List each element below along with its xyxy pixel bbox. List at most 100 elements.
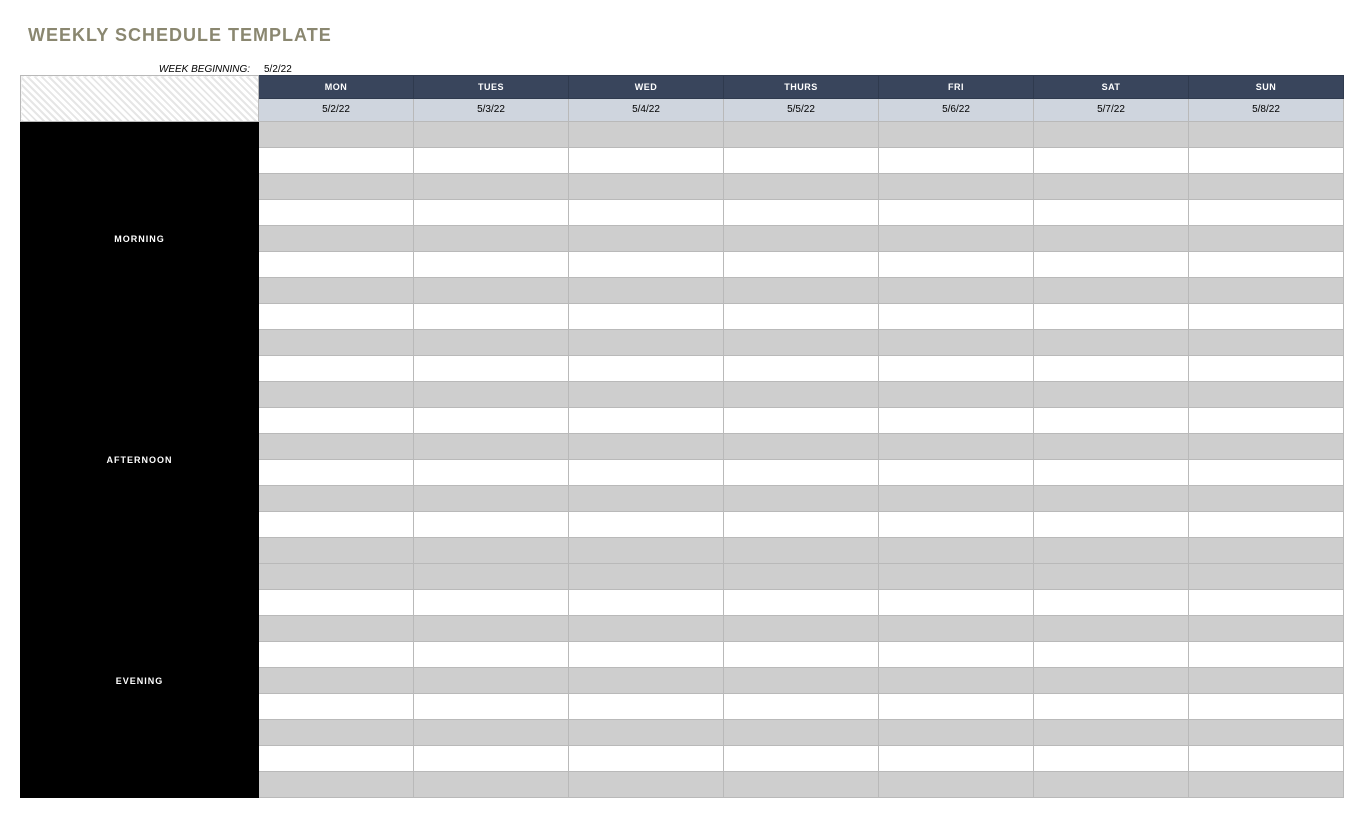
schedule-cell[interactable] [879, 330, 1034, 356]
schedule-cell[interactable] [414, 408, 569, 434]
schedule-cell[interactable] [259, 486, 414, 512]
schedule-cell[interactable] [569, 330, 724, 356]
schedule-cell[interactable] [569, 252, 724, 278]
schedule-cell[interactable] [259, 720, 414, 746]
schedule-cell[interactable] [569, 174, 724, 200]
schedule-cell[interactable] [1189, 278, 1344, 304]
schedule-cell[interactable] [414, 564, 569, 590]
schedule-cell[interactable] [1034, 304, 1189, 330]
schedule-cell[interactable] [414, 694, 569, 720]
schedule-cell[interactable] [879, 720, 1034, 746]
schedule-cell[interactable] [724, 616, 879, 642]
schedule-cell[interactable] [879, 434, 1034, 460]
schedule-cell[interactable] [569, 460, 724, 486]
schedule-cell[interactable] [1034, 694, 1189, 720]
schedule-cell[interactable] [1034, 772, 1189, 798]
schedule-cell[interactable] [1189, 590, 1344, 616]
schedule-cell[interactable] [259, 278, 414, 304]
schedule-cell[interactable] [259, 746, 414, 772]
schedule-cell[interactable] [259, 512, 414, 538]
schedule-cell[interactable] [879, 538, 1034, 564]
schedule-cell[interactable] [879, 122, 1034, 148]
schedule-cell[interactable] [1189, 746, 1344, 772]
schedule-cell[interactable] [724, 668, 879, 694]
schedule-cell[interactable] [1034, 616, 1189, 642]
schedule-cell[interactable] [414, 772, 569, 798]
schedule-cell[interactable] [879, 486, 1034, 512]
schedule-cell[interactable] [724, 720, 879, 746]
schedule-cell[interactable] [879, 590, 1034, 616]
schedule-cell[interactable] [414, 720, 569, 746]
schedule-cell[interactable] [724, 486, 879, 512]
schedule-cell[interactable] [569, 382, 724, 408]
schedule-cell[interactable] [724, 226, 879, 252]
schedule-cell[interactable] [259, 460, 414, 486]
schedule-cell[interactable] [724, 512, 879, 538]
schedule-cell[interactable] [259, 772, 414, 798]
schedule-cell[interactable] [724, 772, 879, 798]
schedule-cell[interactable] [414, 252, 569, 278]
schedule-cell[interactable] [1034, 174, 1189, 200]
schedule-cell[interactable] [569, 642, 724, 668]
schedule-cell[interactable] [414, 382, 569, 408]
schedule-cell[interactable] [259, 642, 414, 668]
schedule-cell[interactable] [569, 694, 724, 720]
schedule-cell[interactable] [569, 538, 724, 564]
schedule-cell[interactable] [1034, 200, 1189, 226]
schedule-cell[interactable] [879, 512, 1034, 538]
schedule-cell[interactable] [879, 226, 1034, 252]
schedule-cell[interactable] [1189, 460, 1344, 486]
schedule-cell[interactable] [724, 642, 879, 668]
schedule-cell[interactable] [724, 174, 879, 200]
schedule-cell[interactable] [1189, 772, 1344, 798]
schedule-cell[interactable] [1034, 486, 1189, 512]
schedule-cell[interactable] [1189, 148, 1344, 174]
schedule-cell[interactable] [1189, 226, 1344, 252]
schedule-cell[interactable] [1034, 512, 1189, 538]
schedule-cell[interactable] [879, 382, 1034, 408]
schedule-cell[interactable] [1189, 122, 1344, 148]
schedule-cell[interactable] [414, 512, 569, 538]
schedule-cell[interactable] [259, 434, 414, 460]
schedule-cell[interactable] [1189, 200, 1344, 226]
schedule-cell[interactable] [724, 694, 879, 720]
schedule-cell[interactable] [414, 486, 569, 512]
schedule-cell[interactable] [879, 564, 1034, 590]
schedule-cell[interactable] [1034, 538, 1189, 564]
schedule-cell[interactable] [414, 148, 569, 174]
schedule-cell[interactable] [1189, 434, 1344, 460]
schedule-cell[interactable] [569, 590, 724, 616]
schedule-cell[interactable] [569, 278, 724, 304]
schedule-cell[interactable] [259, 200, 414, 226]
schedule-cell[interactable] [1189, 616, 1344, 642]
schedule-cell[interactable] [1034, 382, 1189, 408]
schedule-cell[interactable] [724, 252, 879, 278]
schedule-cell[interactable] [414, 668, 569, 694]
schedule-cell[interactable] [1034, 278, 1189, 304]
schedule-cell[interactable] [1189, 304, 1344, 330]
schedule-cell[interactable] [724, 538, 879, 564]
schedule-cell[interactable] [569, 148, 724, 174]
schedule-cell[interactable] [724, 408, 879, 434]
schedule-cell[interactable] [569, 564, 724, 590]
schedule-cell[interactable] [259, 148, 414, 174]
schedule-cell[interactable] [1189, 382, 1344, 408]
schedule-cell[interactable] [1034, 226, 1189, 252]
schedule-cell[interactable] [1034, 148, 1189, 174]
schedule-cell[interactable] [569, 720, 724, 746]
schedule-cell[interactable] [1189, 174, 1344, 200]
schedule-cell[interactable] [879, 772, 1034, 798]
schedule-cell[interactable] [724, 590, 879, 616]
schedule-cell[interactable] [259, 226, 414, 252]
schedule-cell[interactable] [724, 304, 879, 330]
schedule-cell[interactable] [879, 668, 1034, 694]
schedule-cell[interactable] [414, 304, 569, 330]
schedule-cell[interactable] [879, 746, 1034, 772]
schedule-cell[interactable] [1189, 720, 1344, 746]
schedule-cell[interactable] [1034, 408, 1189, 434]
schedule-cell[interactable] [1034, 460, 1189, 486]
schedule-cell[interactable] [1189, 408, 1344, 434]
schedule-cell[interactable] [259, 694, 414, 720]
schedule-cell[interactable] [569, 746, 724, 772]
schedule-cell[interactable] [1189, 252, 1344, 278]
